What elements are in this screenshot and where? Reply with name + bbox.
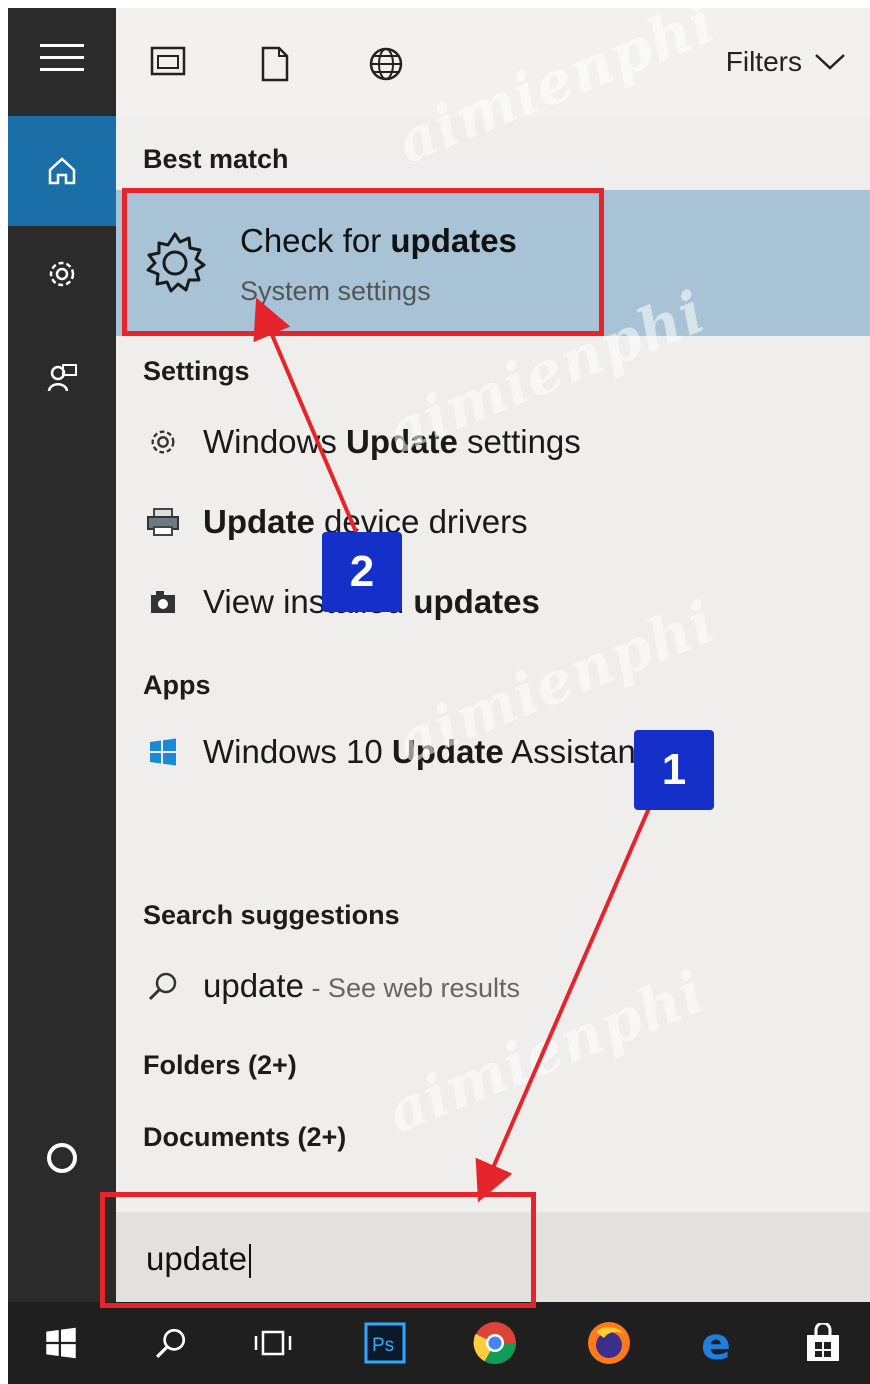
arrow-to-search-box xyxy=(475,791,658,1203)
arrow-to-best-match xyxy=(253,297,358,533)
step-badge-1: 1 xyxy=(634,730,714,810)
step-badge-2: 2 xyxy=(322,532,402,612)
annotation-arrows xyxy=(253,297,658,1203)
start-search-panel: Filters Best match Check for updates Sys… xyxy=(8,8,870,1384)
